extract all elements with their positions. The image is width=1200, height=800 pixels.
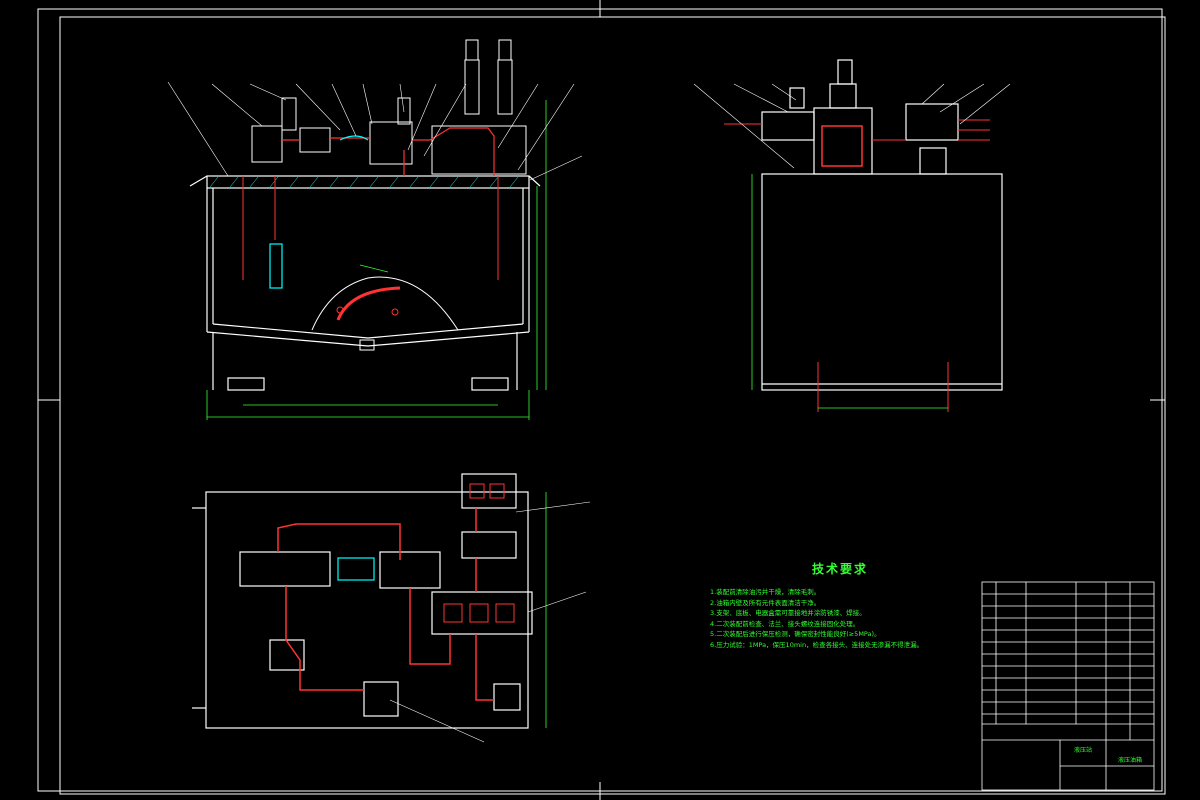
front-leaders — [167, 81, 583, 181]
tech-requirement-line: 6.压力试验：1MPa，保压10min，检查各接头、连接处无渗漏不得泄漏。 — [710, 640, 924, 649]
technical-requirements-title: 技术要求 — [811, 562, 868, 576]
suction-pipes — [242, 176, 499, 280]
tech-requirement-line: 3.支架、底板、电器盒需可靠接地并涂防锈漆、焊接。 — [710, 609, 866, 617]
technical-requirements: 技术要求 1.装配前清除油污并干燥，清除毛刺。 2.油箱内壁及所有元件表面清洁干… — [710, 560, 970, 650]
title-block-company: 液压站 — [1074, 746, 1092, 754]
front-dimensions — [206, 100, 547, 420]
top-equipment — [251, 39, 527, 175]
inspection-cutout — [311, 276, 459, 331]
valve-block — [821, 125, 863, 167]
top-view — [192, 473, 591, 743]
tech-requirement-line: 5.二次装配后进行保压检测，确保密封性能良好(≥5MPa)。 — [710, 630, 881, 638]
title-block-drawing-name: 液压油箱 — [1118, 756, 1142, 764]
side-view — [693, 59, 1011, 412]
tech-requirement-line: 1.装配前清除油污并干燥，清除毛刺。 — [710, 588, 821, 596]
suction-filter — [269, 243, 283, 289]
front-view — [167, 39, 583, 420]
tech-requirement-line: 2.油箱内壁及所有元件表面清洁干净。 — [710, 598, 821, 607]
engineering-drawing: 液压站 液压油箱 — [37, 0, 1166, 800]
cover-hatch — [209, 176, 519, 188]
tech-requirement-line: 4.二次装配前检查、法兰、接头螺纹连接固化处理。 — [710, 619, 860, 628]
pump-coupling — [337, 557, 375, 581]
